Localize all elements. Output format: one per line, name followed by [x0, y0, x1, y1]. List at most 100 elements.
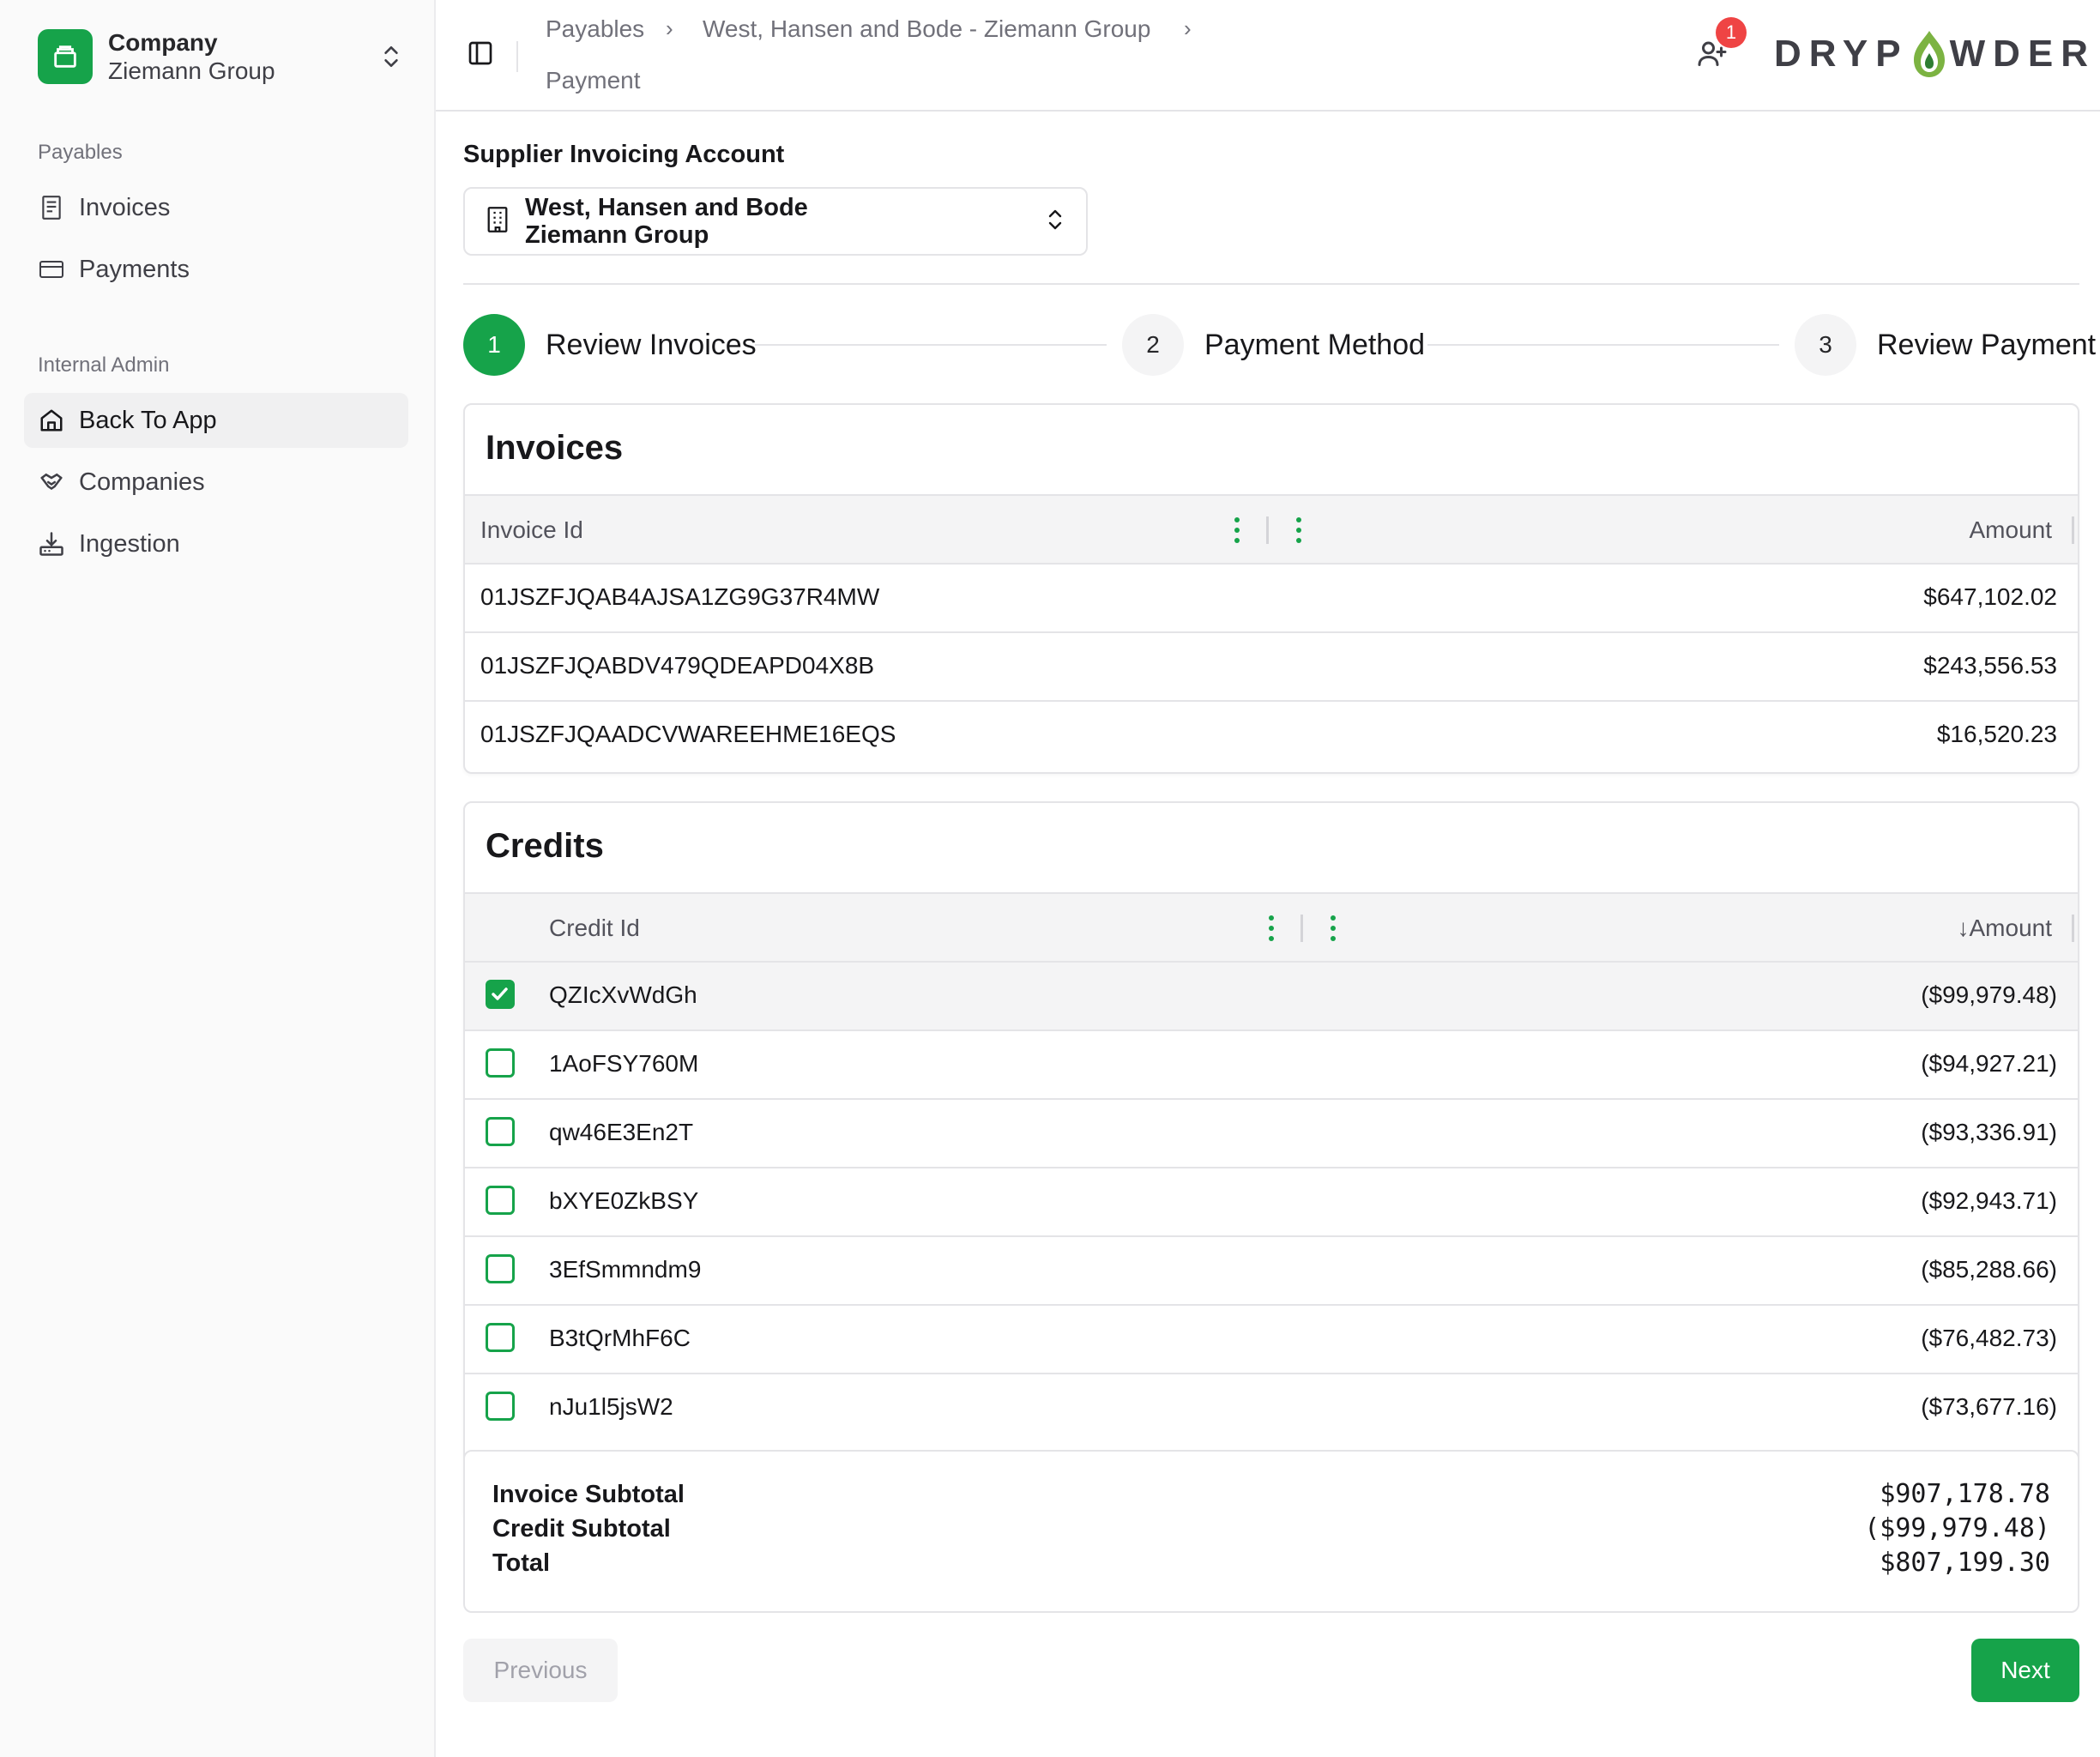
invoices-table-header: Invoice Id Amount — [465, 494, 2078, 565]
step-connector — [755, 344, 1107, 346]
credit-amount: ($85,288.66) — [1921, 1256, 2057, 1283]
credit-id: 3EfSmmndm9 — [549, 1256, 702, 1283]
credit-amount: ($73,677.16) — [1921, 1393, 2057, 1420]
table-row[interactable]: B3tQrMhF6C ($76,482.73) — [465, 1306, 2078, 1374]
chevron-right-icon: › — [666, 15, 673, 41]
table-row[interactable]: qw46E3En2T ($93,336.91) — [465, 1100, 2078, 1168]
supplier-account-select[interactable]: West, Hansen and Bode Ziemann Group — [463, 187, 1088, 256]
total-value: $807,199.30 — [1880, 1548, 2050, 1578]
row-checkbox[interactable] — [486, 980, 515, 1009]
supplier-account-label: Supplier Invoicing Account — [463, 141, 785, 168]
step-review-payment: 3 Review Payment — [1795, 314, 2096, 376]
step-label: Review Payment — [1877, 328, 2097, 361]
column-header-amount[interactable]: ↓Amount — [1958, 915, 2053, 942]
sidebar-item-label: Invoices — [79, 193, 171, 221]
sidebar: Company Ziemann Group Payables Invoices … — [0, 0, 436, 1757]
invoice-amount: $647,102.02 — [1923, 583, 2057, 610]
table-row[interactable]: 01JSZFJQAB4AJSA1ZG9G37R4MW $647,102.02 — [465, 565, 2078, 633]
column-resize-handle[interactable] — [1300, 915, 1303, 942]
column-header-amount[interactable]: Amount — [1970, 516, 2053, 544]
step-label: Payment Method — [1204, 328, 1426, 361]
invoices-title: Invoices — [486, 429, 624, 467]
credits-table-header: Credit Id ↓Amount — [465, 892, 2078, 963]
table-row[interactable]: bXYE0ZkBSY ($92,943.71) — [465, 1168, 2078, 1237]
column-resize-handle[interactable] — [2072, 516, 2074, 544]
sidebar-item-label: Companies — [79, 468, 205, 496]
invoice-subtotal-value: $907,178.78 — [1880, 1479, 2050, 1509]
sidebar-item-ingestion[interactable]: Ingestion — [24, 516, 408, 571]
step-review-invoices: 1 Review Invoices — [463, 314, 757, 376]
sidebar-item-payments[interactable]: Payments — [24, 242, 408, 297]
credit-id: nJu1l5jsW2 — [549, 1393, 673, 1420]
column-menu-icon[interactable] — [1234, 515, 1240, 546]
column-menu-icon[interactable] — [1268, 913, 1275, 944]
table-row[interactable]: 3EfSmmndm9 ($85,288.66) — [465, 1237, 2078, 1306]
table-row[interactable]: 1AoFSY760M ($94,927.21) — [465, 1031, 2078, 1100]
row-checkbox[interactable] — [486, 1048, 515, 1078]
sidebar-group-payables: Payables — [38, 141, 123, 164]
credit-id: 1AoFSY760M — [549, 1050, 699, 1077]
invoice-id: 01JSZFJQAADCVWAREEHME16EQS — [480, 721, 896, 747]
row-checkbox[interactable] — [486, 1392, 515, 1421]
column-menu-icon[interactable] — [1330, 913, 1337, 944]
handshake-icon — [38, 468, 65, 496]
table-row[interactable]: nJu1l5jsW2 ($73,677.16) — [465, 1374, 2078, 1443]
notification-badge: 1 — [1716, 17, 1747, 48]
sidebar-group-internal-admin: Internal Admin — [38, 353, 170, 377]
company-label: Company — [108, 29, 218, 56]
credit-amount: ($76,482.73) — [1921, 1325, 2057, 1351]
check-icon — [492, 987, 508, 1000]
brand-logo-left: DRYP — [1774, 33, 1909, 75]
credit-amount: ($94,927.21) — [1921, 1050, 2057, 1077]
top-bar: Payables › West, Hansen and Bode - Ziema… — [436, 0, 2100, 112]
row-checkbox[interactable] — [486, 1254, 515, 1283]
brand-logo: DRYP WDER — [1774, 29, 2096, 79]
row-checkbox[interactable] — [486, 1323, 515, 1352]
sidebar-item-label: Payments — [79, 255, 190, 283]
column-header-credit-id[interactable]: Credit Id — [549, 915, 640, 942]
invoice-amount: $16,520.23 — [1936, 721, 2057, 747]
home-icon — [38, 407, 65, 434]
breadcrumb-payment: Payment — [546, 67, 641, 94]
company-switcher[interactable]: Company Ziemann Group — [38, 26, 407, 88]
step-number: 2 — [1122, 314, 1184, 376]
sidebar-item-companies[interactable]: Companies — [24, 455, 408, 510]
column-resize-handle[interactable] — [1266, 516, 1269, 544]
credit-subtotal-value: ($99,979.48) — [1864, 1513, 2050, 1543]
credit-id: B3tQrMhF6C — [549, 1325, 691, 1351]
table-row[interactable]: 01JSZFJQAADCVWAREEHME16EQS $16,520.23 — [465, 702, 2078, 772]
totals-card: Invoice Subtotal $907,178.78 Credit Subt… — [463, 1450, 2079, 1613]
credit-subtotal-label: Credit Subtotal — [492, 1515, 671, 1543]
row-checkbox[interactable] — [486, 1117, 515, 1146]
credit-amount: ($99,979.48) — [1921, 981, 2057, 1008]
column-resize-handle[interactable] — [2072, 915, 2074, 942]
breadcrumb-account[interactable]: West, Hansen and Bode - Ziemann Group — [703, 15, 1150, 43]
step-payment-method: 2 Payment Method — [1122, 314, 1425, 376]
sidebar-item-invoices[interactable]: Invoices — [24, 180, 408, 235]
account-name: West, Hansen and Bode — [525, 194, 808, 221]
credit-card-icon — [38, 256, 65, 283]
previous-button[interactable]: Previous — [463, 1639, 618, 1702]
invoice-id: 01JSZFJQABDV479QDEAPD04X8B — [480, 652, 875, 679]
credit-id: bXYE0ZkBSY — [549, 1187, 699, 1214]
next-button[interactable]: Next — [1971, 1639, 2079, 1702]
flame-icon — [1913, 31, 1945, 77]
table-row[interactable]: QZIcXvWdGh ($99,979.48) — [465, 963, 2078, 1031]
row-checkbox[interactable] — [486, 1186, 515, 1215]
brand-logo-right: WDER — [1949, 33, 2097, 75]
chevrons-up-down-icon — [376, 41, 407, 72]
column-header-invoice-id[interactable]: Invoice Id — [480, 516, 583, 544]
column-menu-icon[interactable] — [1295, 515, 1302, 546]
breadcrumb-payables[interactable]: Payables — [546, 15, 644, 43]
company-logo-icon — [38, 29, 93, 84]
invoice-id: 01JSZFJQAB4AJSA1ZG9G37R4MW — [480, 583, 880, 610]
credit-id: qw46E3En2T — [549, 1119, 694, 1145]
table-row[interactable]: 01JSZFJQABDV479QDEAPD04X8B $243,556.53 — [465, 633, 2078, 702]
total-label: Total — [492, 1549, 551, 1577]
invoices-card: Invoices Invoice Id Amount 01JSZFJQAB4AJ… — [463, 403, 2079, 774]
invoice-amount: $243,556.53 — [1923, 652, 2057, 679]
sidebar-toggle-icon[interactable] — [467, 39, 504, 74]
step-connector — [1427, 344, 1779, 346]
credits-title: Credits — [486, 827, 604, 865]
sidebar-item-back-to-app[interactable]: Back To App — [24, 393, 408, 448]
